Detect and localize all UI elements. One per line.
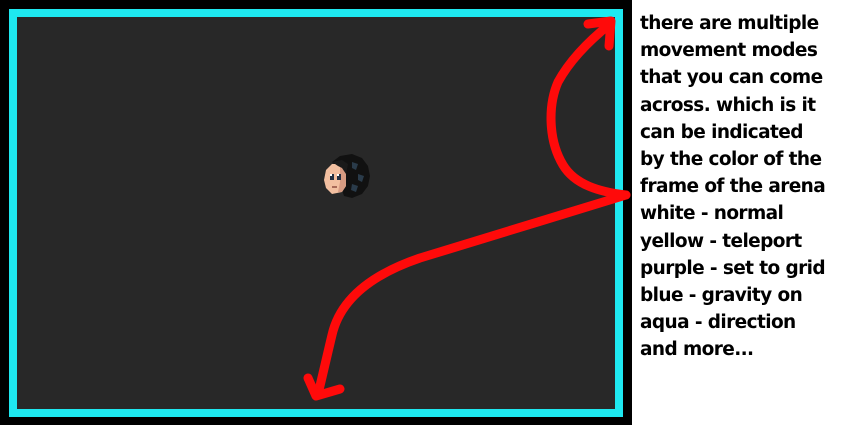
caption-line: can be indicated [640,121,803,143]
game-viewport [0,0,632,425]
player-sprite [324,154,370,198]
caption-line: frame of the arena [640,176,826,198]
caption-line: movement modes [640,40,818,62]
caption-line: yellow - teleport [640,230,802,252]
arena-frame [9,9,623,417]
caption-line: across. which is it [640,94,816,116]
caption-line: purple - set to grid [640,257,826,279]
caption-line: blue - gravity on [640,285,803,307]
caption-line: aqua - direction [640,312,796,334]
caption-line: that you can come [640,67,823,89]
movement-modes-caption: there are multiple movement modes that y… [640,10,848,364]
caption-line: and more... [640,339,754,361]
caption-line: by the color of the [640,149,822,171]
caption-line: white - normal [640,203,784,225]
caption-line: there are multiple [640,13,819,34]
